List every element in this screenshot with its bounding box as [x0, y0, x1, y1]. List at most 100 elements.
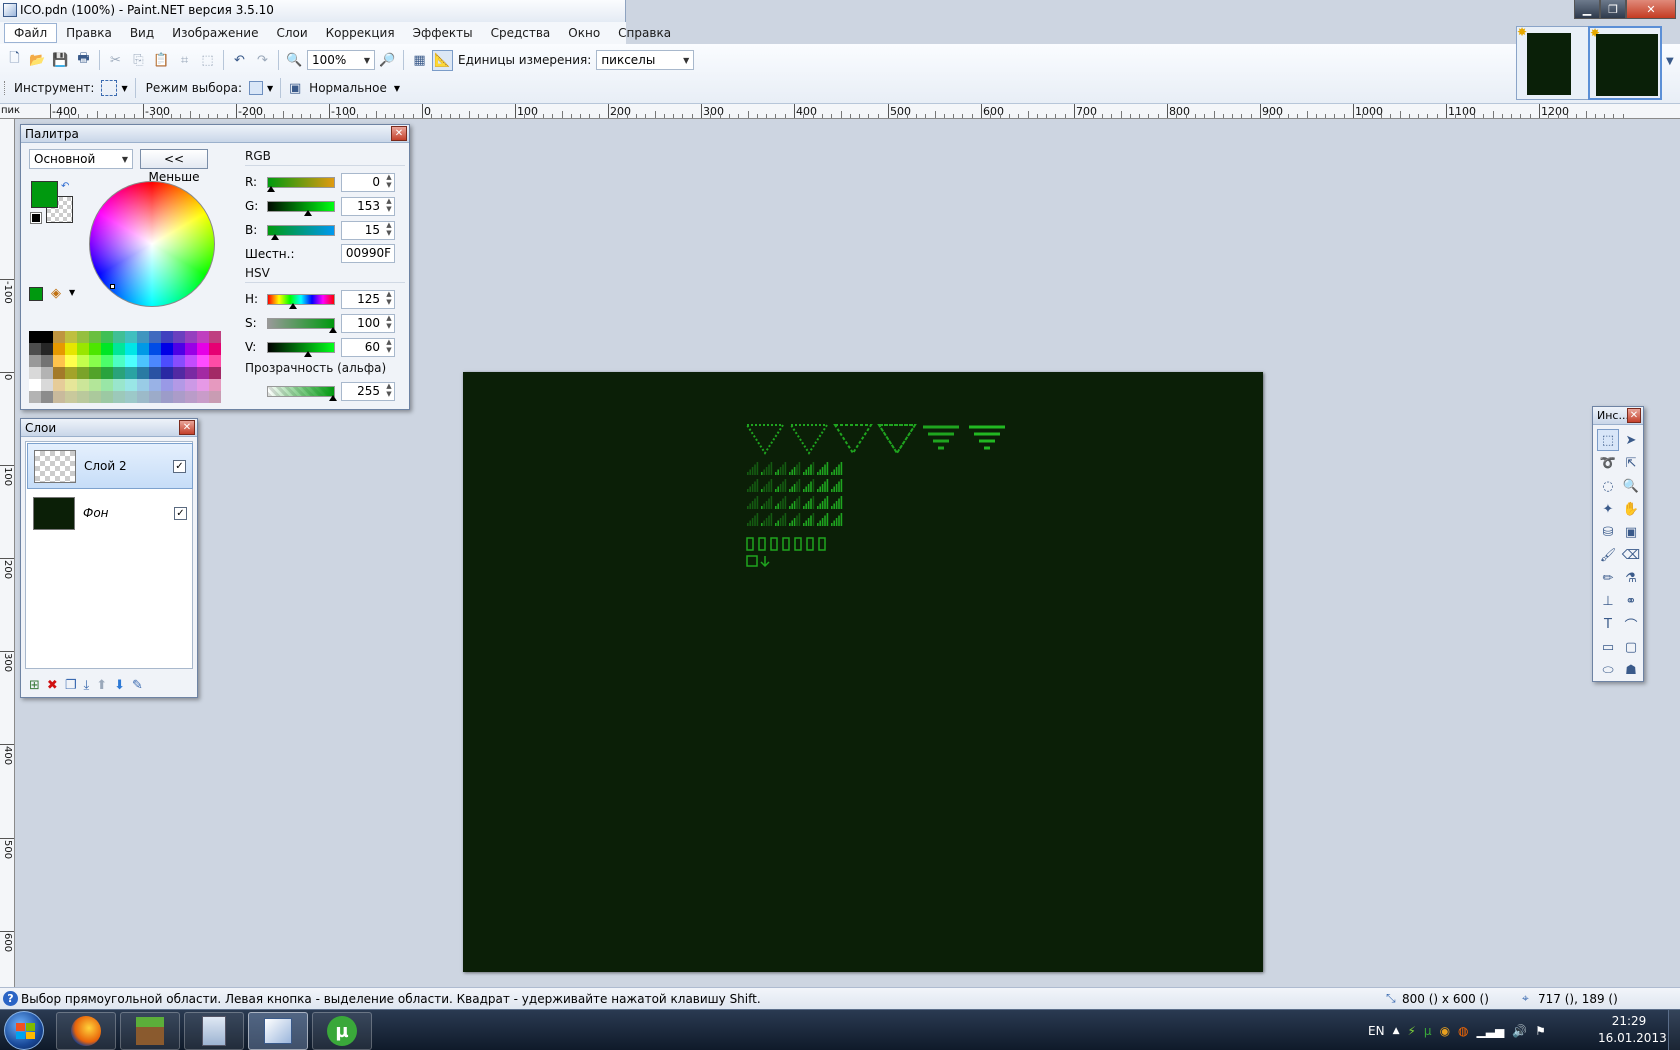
taskbar-calculator[interactable]: [184, 1012, 244, 1050]
taskbar-clock[interactable]: 21:29 16.01.2013: [1598, 1013, 1667, 1047]
palette-swatch[interactable]: [77, 367, 89, 379]
palette-swatch[interactable]: [101, 379, 113, 391]
menu-adjustments[interactable]: Коррекция: [317, 26, 404, 40]
zoom-in-icon[interactable]: 🔎: [377, 50, 398, 71]
palette-swatch[interactable]: [185, 355, 197, 367]
palette-swatch[interactable]: [41, 343, 53, 355]
menu-utilities[interactable]: Средства: [482, 26, 560, 40]
pan-hand-icon[interactable]: ✋: [1620, 498, 1642, 520]
spinner-icon[interactable]: ▲ ▼: [383, 314, 395, 331]
palette-swatch[interactable]: [149, 391, 161, 403]
slider-thumb[interactable]: [288, 302, 297, 309]
slider-thumb[interactable]: [329, 326, 337, 333]
rulers-icon[interactable]: 📐: [432, 49, 453, 71]
palette-menu-icon[interactable]: ◈: [51, 286, 61, 301]
palette-swatch[interactable]: [77, 391, 89, 403]
taskbar-minecraft[interactable]: [120, 1012, 180, 1050]
menu-window[interactable]: Окно: [559, 26, 609, 40]
slider-thumb[interactable]: [270, 233, 279, 240]
spinner-icon[interactable]: ▲ ▼: [383, 173, 395, 190]
palette-swatch[interactable]: [77, 355, 89, 367]
palette-swatch[interactable]: [77, 331, 89, 343]
move-layer-down-icon[interactable]: ⬇: [114, 678, 125, 693]
hue-slider[interactable]: [267, 293, 335, 309]
save-icon[interactable]: 💾: [50, 50, 71, 71]
palette-swatch[interactable]: [125, 331, 137, 343]
reset-colors-icon[interactable]: [30, 212, 42, 224]
menu-image[interactable]: Изображение: [163, 26, 267, 40]
add-to-palette-icon[interactable]: [29, 287, 43, 301]
palette-swatch[interactable]: [197, 331, 209, 343]
image-canvas[interactable]: [463, 372, 1263, 972]
palette-swatch[interactable]: [41, 379, 53, 391]
slider-thumb[interactable]: [329, 394, 337, 401]
color-picker-icon[interactable]: ⚗: [1620, 567, 1642, 589]
palette-swatch[interactable]: [137, 391, 149, 403]
primary-color-swatch[interactable]: [31, 181, 58, 208]
zoom-out-icon[interactable]: 🔍: [284, 50, 305, 71]
duplicate-layer-icon[interactable]: ❐: [65, 678, 77, 693]
taskbar-paintnet[interactable]: [248, 1012, 308, 1050]
palette-swatch[interactable]: [173, 343, 185, 355]
palette-swatch[interactable]: [209, 343, 221, 355]
palette-swatch[interactable]: [137, 343, 149, 355]
palette-swatch[interactable]: [173, 391, 185, 403]
recolor-icon[interactable]: ⚭: [1620, 590, 1642, 612]
palette-swatch[interactable]: [53, 367, 65, 379]
blue-slider[interactable]: [267, 224, 335, 240]
palette-swatch[interactable]: [29, 331, 41, 343]
move-selected-pixels-icon[interactable]: ➤: [1620, 429, 1642, 451]
start-button[interactable]: [4, 1011, 44, 1050]
paint-bucket-icon[interactable]: ⛁: [1597, 521, 1619, 543]
palette-swatch[interactable]: [41, 367, 53, 379]
palette-swatch[interactable]: [209, 367, 221, 379]
palette-swatch[interactable]: [53, 355, 65, 367]
layer-visibility-checkbox[interactable]: ✓: [173, 460, 186, 473]
palette-swatch[interactable]: [161, 379, 173, 391]
palette-swatch[interactable]: [149, 367, 161, 379]
taskbar-firefox[interactable]: [56, 1012, 116, 1050]
palette-titlebar[interactable]: Палитра ✕: [21, 125, 409, 143]
rect-select-icon[interactable]: [101, 80, 118, 96]
ellipse-select-icon[interactable]: ◌: [1597, 475, 1619, 497]
palette-swatch[interactable]: [101, 367, 113, 379]
spinner-icon[interactable]: ▲ ▼: [383, 382, 395, 399]
chevron-down-icon[interactable]: ▼: [267, 84, 273, 93]
slider-thumb[interactable]: [304, 209, 313, 216]
palette-swatch[interactable]: [113, 343, 125, 355]
rounded-rectangle-icon[interactable]: ▢: [1620, 636, 1642, 658]
chevron-down-icon[interactable]: ▼: [1666, 56, 1674, 67]
palette-swatch[interactable]: [137, 331, 149, 343]
palette-swatch[interactable]: [29, 355, 41, 367]
blend-mode-icon[interactable]: ▣: [288, 81, 302, 96]
alpha-slider[interactable]: [267, 385, 337, 401]
grid-icon[interactable]: ▦: [409, 50, 430, 71]
palette-mode-combo[interactable]: Основной ▼: [29, 149, 133, 169]
palette-swatch[interactable]: [101, 355, 113, 367]
palette-swatch[interactable]: [101, 391, 113, 403]
palette-swatch[interactable]: [89, 355, 101, 367]
palette-swatch[interactable]: [41, 355, 53, 367]
show-hidden-icons-icon[interactable]: ▲: [1393, 1026, 1400, 1036]
move-selection-icon[interactable]: ⇱: [1620, 452, 1642, 474]
close-icon[interactable]: ✕: [179, 420, 195, 435]
palette-swatch[interactable]: [197, 367, 209, 379]
value-slider[interactable]: [267, 341, 335, 357]
palette-swatch[interactable]: [113, 355, 125, 367]
less-button[interactable]: << Меньше: [140, 149, 208, 184]
color-wheel[interactable]: [89, 181, 215, 307]
close-icon[interactable]: ✕: [1627, 408, 1641, 423]
paste-icon[interactable]: 📋: [151, 50, 172, 71]
paintnet-app-icon[interactable]: [3, 3, 17, 17]
pencil-icon[interactable]: ✏: [1597, 567, 1619, 589]
hex-input[interactable]: 00990F: [341, 244, 395, 263]
utorrent-tray-icon[interactable]: µ: [1424, 1024, 1432, 1038]
palette-swatch[interactable]: [197, 343, 209, 355]
palette-swatch[interactable]: [89, 343, 101, 355]
palette-swatch[interactable]: [101, 331, 113, 343]
spinner-icon[interactable]: ▲ ▼: [383, 290, 395, 307]
palette-swatch[interactable]: [125, 355, 137, 367]
tools-titlebar[interactable]: Инс... ✕: [1593, 407, 1643, 425]
chevron-down-icon[interactable]: ▼: [394, 84, 400, 93]
image-thumbnail[interactable]: ✸: [1516, 25, 1590, 100]
